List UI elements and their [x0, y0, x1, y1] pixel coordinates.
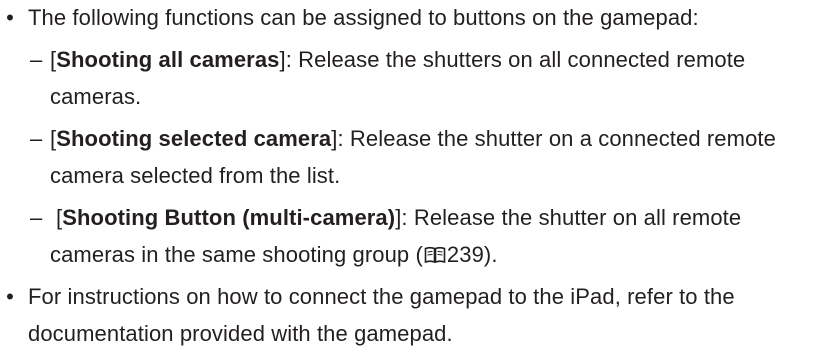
menu-term: Shooting all cameras — [56, 47, 280, 72]
bullet-marker: • — [6, 5, 14, 30]
sub-item-line: [Shooting all cameras]: Release the shut… — [50, 46, 745, 74]
document-page: • The following functions can be assigne… — [0, 0, 840, 352]
book-icon — [424, 246, 446, 264]
term-description: : Release the shutter on a connected rem… — [337, 126, 776, 151]
term-description-continued: cameras in the same shooting group ( 239)… — [50, 241, 498, 269]
bullet-marker: • — [6, 284, 14, 309]
page-reference: 239 — [446, 242, 484, 267]
description-text: ). — [483, 242, 498, 267]
term-description-continued: camera selected from the list. — [50, 163, 341, 188]
sub-item-line: [Shooting selected camera]: Release the … — [50, 125, 776, 153]
sub-item-dash: – — [30, 47, 43, 72]
term-description: : Release the shutters on all connected … — [285, 47, 746, 72]
term-description-continued: cameras. — [50, 84, 142, 109]
menu-term: Shooting selected camera — [56, 126, 332, 151]
term-description: : Release the shutter on all remote — [401, 205, 742, 230]
bullet-text-continued: documentation provided with the gamepad. — [28, 321, 453, 346]
description-text: cameras in the same shooting group ( — [50, 242, 423, 267]
menu-term: Shooting Button (multi-camera) — [62, 205, 396, 230]
sub-item-dash: – — [30, 205, 43, 230]
sub-item-dash: – — [30, 126, 43, 151]
bullet-text: The following functions can be assigned … — [28, 5, 699, 30]
bullet-text: For instructions on how to connect the g… — [28, 284, 735, 309]
sub-item-line: [Shooting Button (multi-camera)]: Releas… — [56, 204, 741, 232]
